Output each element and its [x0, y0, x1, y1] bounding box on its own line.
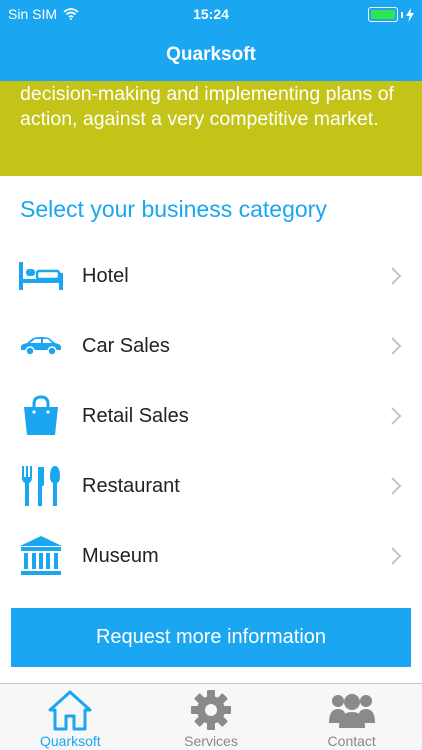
battery-tip — [401, 11, 403, 18]
category-heading: Select your business category — [20, 196, 327, 222]
car-icon — [18, 323, 64, 369]
app-header: Sin SIM 15:24 Quarksoft — [0, 0, 422, 81]
request-info-button[interactable]: Request more information — [11, 608, 411, 667]
battery-fill — [371, 10, 395, 19]
category-item-car-sales[interactable]: Car Sales — [0, 311, 422, 381]
museum-icon — [18, 533, 64, 579]
status-bar: Sin SIM 15:24 — [0, 0, 422, 28]
category-item-restaurant[interactable]: Restaurant — [0, 451, 422, 521]
chevron-right-icon — [391, 267, 402, 285]
tab-label: Contact — [327, 733, 376, 749]
chevron-right-icon — [391, 477, 402, 495]
chevron-right-icon — [391, 547, 402, 565]
tab-quarksoft[interactable]: Quarksoft — [0, 684, 141, 750]
chevron-right-icon — [391, 407, 402, 425]
gear-icon — [188, 689, 234, 731]
shopping-bag-icon — [18, 393, 64, 439]
category-list: Hotel Car Sales Retail Sales Restaurant … — [0, 241, 422, 591]
category-item-retail-sales[interactable]: Retail Sales — [0, 381, 422, 451]
battery-indicator — [368, 7, 414, 22]
category-label: Retail Sales — [82, 404, 189, 427]
people-icon — [328, 689, 375, 731]
chevron-right-icon — [391, 337, 402, 355]
tab-contact[interactable]: Contact — [281, 684, 422, 750]
category-item-hotel[interactable]: Hotel — [0, 241, 422, 311]
intro-banner: providing relevant and timely informatio… — [0, 81, 422, 176]
tab-bar: Quarksoft Services Contact — [0, 683, 422, 750]
tab-label: Services — [184, 733, 238, 749]
category-label: Car Sales — [82, 334, 170, 357]
tab-label: Quarksoft — [39, 733, 101, 749]
fork-knife-icon — [18, 463, 64, 509]
category-item-museum[interactable]: Museum — [0, 521, 422, 591]
tab-services[interactable]: Services — [141, 684, 282, 750]
page-title: Quarksoft — [166, 44, 256, 65]
battery-icon — [368, 7, 398, 22]
status-time: 15:24 — [193, 6, 229, 22]
category-label: Hotel — [82, 264, 129, 287]
category-label: Restaurant — [82, 474, 180, 497]
intro-text: providing relevant and timely informatio… — [20, 83, 394, 130]
charging-bolt-icon — [406, 7, 414, 22]
home-icon — [47, 689, 93, 731]
bed-icon — [18, 253, 64, 299]
category-label: Museum — [82, 544, 159, 567]
